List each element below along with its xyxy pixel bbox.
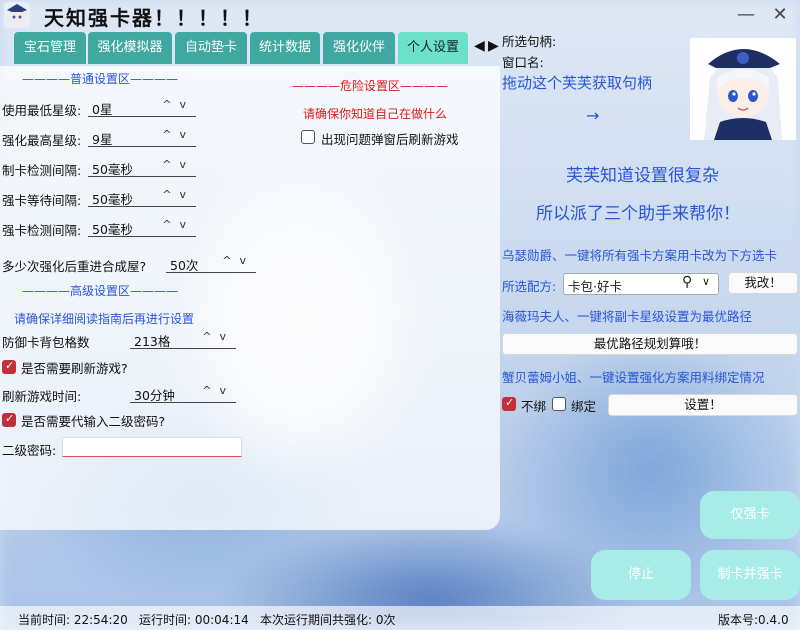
refresh-on-popup-checkbox[interactable] (301, 130, 315, 144)
need-pwd-checkbox[interactable] (2, 412, 16, 427)
enhance-wait-interval-label: 强卡等待间隔: (2, 193, 82, 208)
refresh-on-popup-label: 出现问题弹窗后刷新游戏 (321, 132, 459, 147)
info-line-1: 芙芙知道设置很复杂 (566, 166, 719, 186)
min-star-spinbox[interactable]: 0星 ^v (88, 98, 196, 117)
tab-gem-manage[interactable]: 宝石管理 (14, 32, 86, 64)
max-star-spinbox[interactable]: 9星 ^v (88, 128, 196, 147)
danger-settings-title: ————危险设置区———— (292, 79, 449, 93)
need-refresh-label: 是否需要刷新游戏? (21, 361, 128, 376)
defense-bag-label: 防御卡背包格数 (2, 335, 90, 350)
tab-scroll-left-icon[interactable]: ◀ (474, 38, 485, 54)
status-bar: 当前时间: 22:54:20 运行时间: 00:04:14 本次运行期间共强化:… (0, 606, 800, 630)
tab-scroll-right-icon[interactable]: ▶ (488, 38, 499, 54)
drag-arrow-icon: → (586, 106, 600, 125)
merge-house-spinbox[interactable]: 50次 ^v (166, 254, 256, 273)
minimize-button[interactable]: — (734, 4, 758, 26)
current-time: 当前时间: 22:54:20 (18, 613, 128, 627)
spin-arrows-icon[interactable]: ^v (162, 158, 194, 171)
version-label: 版本号:0.4.0 (718, 613, 789, 627)
spin-arrows-icon[interactable]: ^v (162, 98, 194, 111)
advanced-note-text: 请确保详细阅读指南后再进行设置 (14, 312, 195, 326)
stop-button[interactable]: 停止 (591, 550, 691, 600)
recipe-value: 卡包·好卡 (568, 279, 622, 294)
set-binding-button[interactable]: 设置！ (608, 394, 798, 416)
need-pwd-label: 是否需要代输入二级密码? (21, 414, 166, 429)
run-time: 运行时间: 00:04:14 (139, 613, 249, 627)
need-refresh-checkbox[interactable] (2, 359, 16, 374)
merge-house-label: 多少次强化后重进合成屋? (2, 259, 147, 274)
search-icon[interactable]: ⚲ (682, 274, 692, 290)
bound-checkbox[interactable] (552, 397, 566, 411)
handle-label: 所选句柄: (502, 34, 557, 49)
drag-handle-avatar[interactable] (690, 38, 796, 140)
min-star-label: 使用最低星级: (2, 103, 82, 118)
helper-2-text: 海薇玛夫人、一键将副卡星级设置为最优路径 (502, 309, 753, 324)
danger-warning-text: 请确保你知道自己在做什么 (303, 107, 448, 121)
tab-enhance-simulator[interactable]: 强化模拟器 (88, 32, 172, 64)
normal-settings-title: ————普通设置区———— (22, 72, 179, 86)
spin-arrows-icon[interactable]: ^v (202, 330, 234, 343)
enhance-wait-interval-spinbox[interactable]: 50毫秒 ^v (88, 188, 196, 207)
helper-3-text: 蟹贝蕾姆小姐、一键设置强化方案用料绑定情况 (502, 370, 765, 385)
tab-statistics[interactable]: 统计数据 (250, 32, 320, 64)
tab-enhance-partner[interactable]: 强化伙伴 (323, 32, 395, 64)
recipe-select[interactable]: 卡包·好卡 ⚲ ∨ (563, 273, 719, 295)
tab-auto-pad[interactable]: 自动垫卡 (175, 32, 247, 64)
refresh-time-spinbox[interactable]: 30分钟 ^v (130, 384, 236, 403)
refresh-time-label: 刷新游戏时间: (2, 389, 82, 404)
spin-arrows-icon[interactable]: ^v (162, 188, 194, 201)
drag-hint-text: 拖动这个芙芙获取句柄 (502, 74, 653, 92)
unbound-label: 不绑 (521, 399, 547, 414)
tab-personal-settings[interactable]: 个人设置 (398, 32, 468, 64)
app-logo-icon (4, 2, 30, 28)
change-recipe-button[interactable]: 我改！ (728, 272, 798, 294)
optimal-path-button[interactable]: 最优路径规划算哦！ (502, 333, 798, 355)
recipe-label: 所选配方: (502, 279, 557, 294)
enhance-count: 本次运行期间共强化: 0次 (260, 613, 396, 627)
spin-arrows-icon[interactable]: ^v (222, 254, 254, 267)
enhance-check-interval-spinbox[interactable]: 50毫秒 ^v (88, 218, 196, 237)
advanced-settings-title: ————高级设置区———— (22, 284, 179, 298)
make-and-enhance-button[interactable]: 制卡并强卡 (700, 550, 800, 600)
bound-label: 绑定 (571, 399, 597, 414)
window-name-label: 窗口名: (502, 55, 544, 70)
second-pwd-input[interactable] (62, 437, 242, 457)
helper-1-text: 乌瑟勋爵、一键将所有强卡方案用卡改为下方选卡 (502, 248, 778, 263)
only-enhance-button[interactable]: 仅强卡 (700, 491, 800, 539)
second-pwd-label: 二级密码: (2, 443, 57, 458)
spin-arrows-icon[interactable]: ^v (162, 218, 194, 231)
spin-arrows-icon[interactable]: ^v (202, 384, 234, 397)
make-check-interval-spinbox[interactable]: 50毫秒 ^v (88, 158, 196, 177)
make-check-interval-label: 制卡检测间隔: (2, 163, 82, 178)
spin-arrows-icon[interactable]: ^v (162, 128, 194, 141)
unbound-checkbox[interactable] (502, 396, 516, 411)
max-star-label: 强化最高星级: (2, 133, 82, 148)
defense-bag-spinbox[interactable]: 213格 ^v (130, 330, 236, 349)
close-button[interactable]: ✕ (768, 4, 792, 26)
info-line-2: 所以派了三个助手来帮你！ (536, 204, 740, 224)
enhance-check-interval-label: 强卡检测间隔: (2, 223, 82, 238)
app-title: 天知强卡器！！！！！ (44, 6, 264, 30)
chevron-down-icon[interactable]: ∨ (702, 275, 710, 288)
title-bar: 天知强卡器！！！！！ — ✕ (0, 0, 800, 30)
